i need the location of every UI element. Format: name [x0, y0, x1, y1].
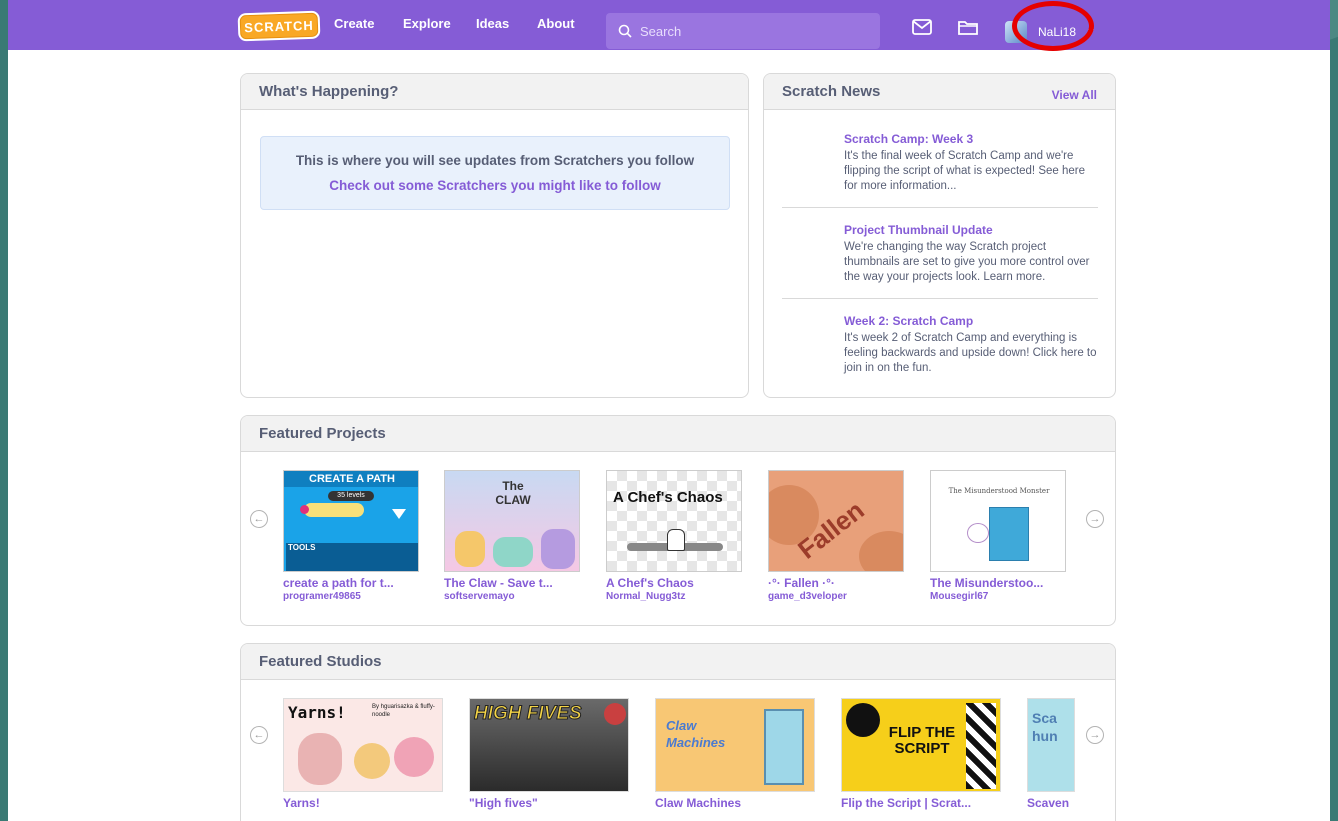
scratch-news-title: Scratch News	[782, 83, 881, 100]
featured-studios-panel: Featured Studios ← → Yarns! By hguarisaz…	[240, 643, 1116, 821]
whats-happening-title: What's Happening?	[259, 83, 399, 100]
thumbnail-text: CREATE A PATH	[284, 471, 418, 487]
annotation-circle	[1012, 1, 1094, 51]
thumbnail-text: FLIP THE SCRIPT	[888, 724, 956, 757]
carousel-next-arrow-icon[interactable]: →	[1086, 726, 1104, 744]
search-placeholder: Search	[640, 23, 682, 39]
project-author[interactable]: Normal_Nugg3tz	[606, 591, 742, 602]
nav-about-link[interactable]: About	[537, 16, 575, 31]
featured-studios-header: Featured Studios	[241, 644, 1115, 680]
follow-notice: This is where you will see updates from …	[260, 136, 730, 210]
studio-tile[interactable]: FLIP THE SCRIPT Flip the Script | Scrat.…	[841, 698, 1001, 810]
follow-notice-text: This is where you will see updates from …	[295, 153, 695, 168]
studio-title[interactable]: Claw Machines	[655, 796, 815, 810]
project-author[interactable]: programer49865	[283, 591, 419, 602]
news-item-title[interactable]: Scratch Camp: Week 3	[844, 132, 1098, 146]
project-tile[interactable]: The Misunderstood Monster The Misunderst…	[930, 470, 1066, 602]
my-stuff-folder-icon[interactable]	[958, 19, 978, 35]
news-item-title[interactable]: Week 2: Scratch Camp	[844, 314, 1098, 328]
project-thumbnail[interactable]: The CLAW	[444, 470, 580, 572]
thumbnail-text: A Chef's Chaos	[613, 489, 723, 506]
studio-thumbnail[interactable]: Sca hun	[1027, 698, 1075, 792]
studio-tile[interactable]: Yarns! By hguarisazka & fluffy-noodle Ya…	[283, 698, 443, 810]
project-tile[interactable]: The CLAW The Claw - Save t... softservem…	[444, 470, 580, 602]
studio-thumbnail[interactable]: Yarns! By hguarisazka & fluffy-noodle	[283, 698, 443, 792]
project-title[interactable]: The Claw - Save t...	[444, 576, 580, 590]
thumbnail-text: Yarns!	[288, 703, 346, 722]
project-thumbnail[interactable]: The Misunderstood Monster	[930, 470, 1066, 572]
news-item[interactable]: Scratch Camp: Week 3 It's the final week…	[782, 132, 1098, 194]
thumbnail-text: Claw Machines	[666, 718, 726, 750]
studio-thumbnail[interactable]: FLIP THE SCRIPT	[841, 698, 1001, 792]
project-author[interactable]: game_d3veloper	[768, 591, 904, 602]
studio-thumbnail[interactable]: HIGH FIVES	[469, 698, 629, 792]
project-title[interactable]: A Chef's Chaos	[606, 576, 742, 590]
news-item-title[interactable]: Project Thumbnail Update	[844, 223, 1098, 237]
view-all-news-link[interactable]: View All	[1052, 88, 1097, 102]
scratch-news-header: Scratch News View All	[764, 74, 1115, 110]
nav-explore-link[interactable]: Explore	[403, 16, 451, 31]
studio-tile[interactable]: Sca hun Scaven	[1027, 698, 1075, 810]
project-author[interactable]: Mousegirl67	[930, 591, 1066, 602]
featured-studios-title: Featured Studios	[259, 653, 382, 670]
suggested-scratchers-link[interactable]: Check out some Scratchers you might like…	[261, 178, 729, 193]
news-divider	[782, 298, 1098, 299]
carousel-prev-arrow-icon[interactable]: ←	[250, 726, 268, 744]
nav-ideas-link[interactable]: Ideas	[476, 16, 509, 31]
featured-projects-panel: Featured Projects ← → CREATE A PATH 35 l…	[240, 415, 1116, 626]
news-item[interactable]: Week 2: Scratch Camp It's week 2 of Scra…	[782, 314, 1098, 376]
thumbnail-tools-label: TOOLS	[288, 543, 316, 552]
studio-title[interactable]: Flip the Script | Scrat...	[841, 796, 1001, 810]
thumbnail-subtext: By hguarisazka & fluffy-noodle	[372, 704, 435, 718]
project-title[interactable]: ·°· Fallen ·°·	[768, 576, 904, 590]
thumbnail-text: Sca hun	[1032, 710, 1058, 744]
studio-title[interactable]: Yarns!	[283, 796, 443, 810]
messages-icon[interactable]	[912, 19, 932, 35]
project-author[interactable]: softservemayo	[444, 591, 580, 602]
project-thumbnail[interactable]: A Chef's Chaos	[606, 470, 742, 572]
carousel-next-arrow-icon[interactable]: →	[1086, 510, 1104, 528]
thumbnail-text: HIGH FIVES	[474, 703, 583, 725]
whats-happening-header: What's Happening?	[241, 74, 748, 110]
studio-thumbnail[interactable]: Claw Machines	[655, 698, 815, 792]
studio-title[interactable]: "High fives"	[469, 796, 629, 810]
thumbnail-text: The Misunderstood Monster	[948, 487, 1050, 495]
scratch-homepage: SCRATCH Create Explore Ideas About Searc…	[8, 0, 1330, 821]
studio-title[interactable]: Scaven	[1027, 796, 1075, 810]
news-item-body: It's the final week of Scratch Camp and …	[844, 150, 1086, 192]
carousel-prev-arrow-icon[interactable]: ←	[250, 510, 268, 528]
news-item-body: It's week 2 of Scratch Camp and everythi…	[844, 332, 1097, 374]
studio-tile[interactable]: Claw Machines Claw Machines	[655, 698, 815, 810]
search-icon	[618, 24, 632, 38]
featured-projects-header: Featured Projects	[241, 416, 1115, 452]
news-divider	[782, 207, 1098, 208]
project-title[interactable]: create a path for t...	[283, 576, 419, 590]
scratch-news-panel: Scratch News View All Scratch Camp: Week…	[763, 73, 1116, 398]
featured-projects-title: Featured Projects	[259, 425, 386, 442]
project-tile[interactable]: A Chef's Chaos A Chef's Chaos Normal_Nug…	[606, 470, 742, 602]
scratch-logo[interactable]: SCRATCH	[237, 10, 321, 42]
thumbnail-text: The CLAW	[495, 479, 531, 507]
nav-create-link[interactable]: Create	[334, 16, 374, 31]
project-tile[interactable]: CREATE A PATH 35 levels TOOLS create a p…	[283, 470, 419, 602]
project-title[interactable]: The Misunderstoo...	[930, 576, 1066, 590]
project-tile[interactable]: Fallen ·°· Fallen ·°· game_d3veloper	[768, 470, 904, 602]
project-thumbnail[interactable]: Fallen	[768, 470, 904, 572]
studio-tile[interactable]: HIGH FIVES "High fives"	[469, 698, 629, 810]
top-navigation-bar: SCRATCH Create Explore Ideas About Searc…	[8, 0, 1330, 51]
project-thumbnail[interactable]: CREATE A PATH 35 levels TOOLS	[283, 470, 419, 572]
search-input[interactable]: Search	[606, 13, 880, 49]
news-item-body: We're changing the way Scratch project t…	[844, 241, 1090, 283]
news-item[interactable]: Project Thumbnail Update We're changing …	[782, 223, 1098, 285]
whats-happening-panel: What's Happening? This is where you will…	[240, 73, 749, 398]
thumbnail-subtext: 35 levels	[328, 491, 374, 501]
